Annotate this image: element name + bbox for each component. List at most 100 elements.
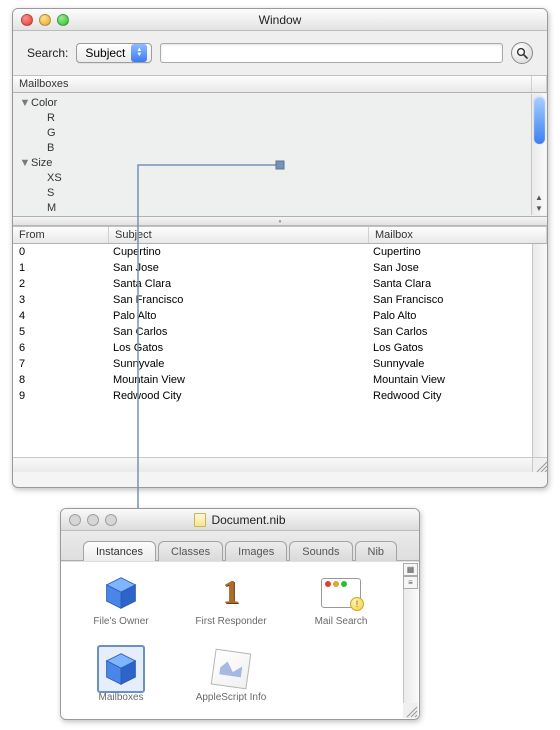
outline-label: G xyxy=(47,127,56,139)
outline-row[interactable]: R xyxy=(13,110,547,125)
mailboxes-header-cell[interactable]: Mailboxes xyxy=(13,76,532,92)
outline-row[interactable]: B xyxy=(13,140,547,155)
table-row[interactable]: 1San JoseSan Jose xyxy=(13,260,547,276)
magnifier-icon xyxy=(516,47,528,59)
cell-mailbox: San Francisco xyxy=(369,294,443,306)
cell-mailbox: Redwood City xyxy=(369,390,441,402)
search-toolbar: Search: Subject ▲▼ xyxy=(13,31,547,75)
nib-item-label: Mailboxes xyxy=(98,692,143,703)
list-view-button[interactable]: ≡ xyxy=(403,576,418,589)
cell-from: 6 xyxy=(13,342,109,354)
cell-mailbox: Mountain View xyxy=(369,374,445,386)
cell-subject: Palo Alto xyxy=(109,310,369,322)
cell-subject: San Francisco xyxy=(109,294,369,306)
nib-tabs: Instances Classes Images Sounds Nib xyxy=(61,531,419,561)
col-mailbox[interactable]: Mailbox xyxy=(369,227,547,243)
table-row[interactable]: 5San CarlosSan Carlos xyxy=(13,324,547,340)
outline-label: Size xyxy=(31,157,52,169)
table-row[interactable]: 4Palo AltoPalo Alto xyxy=(13,308,547,324)
disclosure-triangle-icon[interactable]: ▼ xyxy=(19,97,31,109)
main-window: Window Search: Subject ▲▼ Mailboxes ▼Col… xyxy=(12,8,548,488)
tab-instances[interactable]: Instances xyxy=(83,541,156,561)
nib-titlebar[interactable]: Document.nib xyxy=(61,509,419,531)
table-row[interactable]: 7SunnyvaleSunnyvale xyxy=(13,356,547,372)
cell-subject: Redwood City xyxy=(109,390,369,402)
outline-label: XS xyxy=(47,172,62,184)
search-scope-select[interactable]: Subject ▲▼ xyxy=(76,43,152,63)
select-arrows-icon: ▲▼ xyxy=(131,44,147,62)
disclosure-triangle-icon[interactable]: ▼ xyxy=(19,157,31,169)
nib-item[interactable]: 1First Responder xyxy=(181,570,281,642)
cell-from: 7 xyxy=(13,358,109,370)
table-vertical-scrollbar[interactable] xyxy=(532,244,547,472)
table-row[interactable]: 0CupertinoCupertino xyxy=(13,244,547,260)
nib-item-label: First Responder xyxy=(195,616,266,627)
outline-view[interactable]: ▼ColorRGB▼SizeXSSM ▲ ▼ xyxy=(13,93,547,217)
window-title: Window xyxy=(13,13,547,27)
cube-icon xyxy=(98,570,144,616)
outline-row[interactable]: S xyxy=(13,185,547,200)
nib-window: Document.nib Instances Classes Images So… xyxy=(60,508,420,720)
table-row[interactable]: 2Santa ClaraSanta Clara xyxy=(13,276,547,292)
one-icon: 1 xyxy=(208,570,254,616)
table-horizontal-scrollbar[interactable] xyxy=(13,457,532,472)
outline-row[interactable]: G xyxy=(13,125,547,140)
outline-label: M xyxy=(47,202,56,214)
outline-label: S xyxy=(47,187,54,199)
outline-row[interactable]: ▼Size xyxy=(13,155,547,170)
resize-corner[interactable] xyxy=(403,703,418,718)
cell-subject: San Jose xyxy=(109,262,369,274)
tab-nib[interactable]: Nib xyxy=(355,541,398,561)
mailboxes-column-header[interactable]: Mailboxes xyxy=(13,75,547,93)
nib-item[interactable]: !Mail Search xyxy=(291,570,391,642)
document-icon xyxy=(194,513,206,527)
outline-label: Color xyxy=(31,97,57,109)
cell-mailbox: Sunnyvale xyxy=(369,358,424,370)
cell-from: 0 xyxy=(13,246,109,258)
cell-subject: Los Gatos xyxy=(109,342,369,354)
outline-row[interactable]: ▼Color xyxy=(13,95,547,110)
cell-from: 8 xyxy=(13,374,109,386)
table-column-headers[interactable]: From Subject Mailbox xyxy=(13,226,547,244)
nib-window-title: Document.nib xyxy=(211,513,285,527)
cell-subject: Cupertino xyxy=(109,246,369,258)
titlebar[interactable]: Window xyxy=(13,9,547,31)
cell-mailbox: Santa Clara xyxy=(369,278,431,290)
icon-view-button[interactable]: ▦ xyxy=(403,563,418,576)
resize-corner[interactable] xyxy=(532,457,547,472)
search-input[interactable] xyxy=(160,43,503,63)
cell-mailbox: Los Gatos xyxy=(369,342,423,354)
nib-item[interactable]: Mailboxes xyxy=(71,646,171,718)
outline-label: B xyxy=(47,142,54,154)
cell-from: 2 xyxy=(13,278,109,290)
cell-mailbox: Palo Alto xyxy=(369,310,416,322)
tab-images[interactable]: Images xyxy=(225,541,287,561)
tab-sounds[interactable]: Sounds xyxy=(289,541,352,561)
outline-row[interactable]: XS xyxy=(13,170,547,185)
table-row[interactable]: 8Mountain ViewMountain View xyxy=(13,372,547,388)
table-row[interactable]: 3San FranciscoSan Francisco xyxy=(13,292,547,308)
nib-item[interactable]: File's Owner xyxy=(71,570,171,642)
scroll-arrows[interactable]: ▲ ▼ xyxy=(535,193,543,213)
scroll-thumb[interactable] xyxy=(534,96,545,144)
scroll-down-icon[interactable]: ▼ xyxy=(535,204,543,213)
col-subject[interactable]: Subject xyxy=(109,227,369,243)
scroll-up-icon[interactable]: ▲ xyxy=(535,193,543,202)
outline-row[interactable]: M xyxy=(13,200,547,215)
outline-vertical-scrollbar[interactable]: ▲ ▼ xyxy=(531,94,546,215)
cell-subject: Sunnyvale xyxy=(109,358,369,370)
search-button[interactable] xyxy=(511,42,533,64)
cell-from: 4 xyxy=(13,310,109,322)
col-from[interactable]: From xyxy=(13,227,109,243)
tab-classes[interactable]: Classes xyxy=(158,541,223,561)
nib-item[interactable]: AppleScript Info xyxy=(181,646,281,718)
cell-mailbox: Cupertino xyxy=(369,246,421,258)
table-row[interactable]: 6Los GatosLos Gatos xyxy=(13,340,547,356)
cell-mailbox: San Jose xyxy=(369,262,419,274)
cell-subject: San Carlos xyxy=(109,326,369,338)
window-icon: ! xyxy=(318,570,364,616)
cell-from: 5 xyxy=(13,326,109,338)
split-view-divider[interactable]: • xyxy=(13,217,547,226)
nib-item-label: AppleScript Info xyxy=(196,692,267,703)
table-row[interactable]: 9Redwood CityRedwood City xyxy=(13,388,547,404)
